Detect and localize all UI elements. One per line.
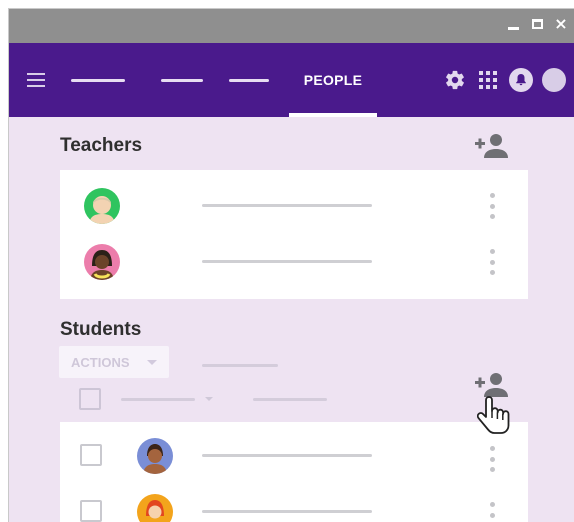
teacher-avatar: [84, 188, 120, 224]
student-checkbox[interactable]: [80, 444, 102, 466]
tab-people[interactable]: PEOPLE: [289, 43, 377, 117]
students-card: [60, 422, 528, 522]
student-row: [60, 428, 528, 484]
close-icon: ×: [554, 14, 568, 33]
notifications-bell-icon[interactable]: [509, 68, 533, 92]
add-teacher-button[interactable]: [475, 133, 509, 159]
maximize-icon: [531, 19, 543, 29]
students-heading: Students: [60, 319, 142, 340]
more-options-icon[interactable]: [488, 502, 496, 522]
more-options-icon[interactable]: [488, 193, 496, 219]
chevron-down-icon[interactable]: [205, 397, 213, 401]
close-button[interactable]: ×: [554, 14, 568, 33]
teacher-avatar: [84, 244, 120, 280]
filter-placeholder: [253, 398, 327, 401]
active-tab-indicator: [289, 113, 377, 117]
more-options-icon[interactable]: [488, 249, 496, 275]
student-checkbox[interactable]: [80, 500, 102, 522]
more-options-icon[interactable]: [488, 446, 496, 472]
app-bar: PEOPLE: [9, 43, 574, 117]
chevron-down-icon: [147, 360, 157, 365]
actions-dropdown-button[interactable]: ACTIONS: [59, 346, 169, 378]
nav-tab-placeholder-1[interactable]: [71, 79, 125, 82]
minimize-button[interactable]: [506, 17, 520, 31]
teacher-name-placeholder: [202, 204, 372, 207]
student-name-placeholder: [202, 454, 372, 457]
student-row: [60, 484, 528, 522]
filter-placeholder: [121, 398, 195, 401]
minimize-icon: [507, 26, 519, 30]
tab-people-label: PEOPLE: [303, 72, 363, 88]
sort-placeholder: [202, 364, 278, 367]
teachers-card: [60, 170, 528, 299]
appbar-actions: [443, 68, 566, 92]
hamburger-menu-icon[interactable]: [27, 73, 45, 87]
nav-tab-placeholder-2[interactable]: [161, 79, 203, 82]
teacher-row: [60, 234, 528, 290]
apps-grid-icon[interactable]: [476, 68, 500, 92]
student-name-placeholder: [202, 510, 372, 513]
add-person-icon: [475, 134, 508, 158]
actions-label: ACTIONS: [71, 355, 130, 370]
app-window: × PEOPLE Teachers Students ACTIONS: [8, 8, 574, 522]
teacher-name-placeholder: [202, 260, 372, 263]
settings-gear-icon[interactable]: [443, 68, 467, 92]
window-title-bar: ×: [9, 9, 574, 43]
student-avatar: [137, 438, 173, 474]
nav-tab-placeholder-3[interactable]: [229, 79, 269, 82]
hand-pointer-cursor: [476, 394, 513, 440]
teachers-heading: Teachers: [60, 135, 143, 156]
window-controls: ×: [506, 14, 568, 33]
account-avatar[interactable]: [542, 68, 566, 92]
student-avatar: [137, 494, 173, 522]
teacher-row: [60, 178, 528, 234]
maximize-button[interactable]: [530, 17, 544, 31]
select-all-checkbox[interactable]: [79, 388, 101, 410]
